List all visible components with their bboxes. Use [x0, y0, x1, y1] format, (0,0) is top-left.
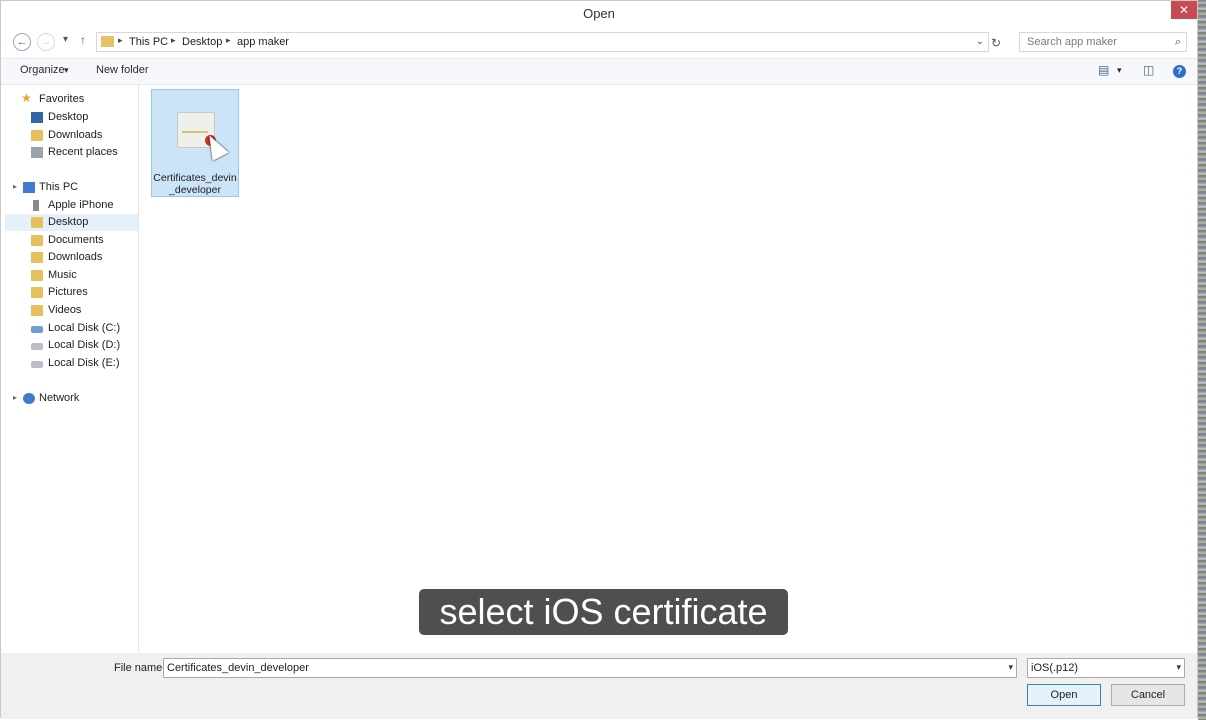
recent-places-icon [31, 147, 43, 158]
expand-chevron-icon[interactable]: ▸ [13, 393, 17, 402]
sidebar-item-apple-iphone[interactable]: Apple iPhone [5, 197, 138, 214]
system-drive-icon [31, 326, 43, 333]
screen-edge-artifact [1198, 0, 1206, 720]
new-folder-button[interactable]: New folder [96, 64, 149, 76]
back-button[interactable]: ← [13, 33, 31, 51]
file-item-label: Certificates_devin_developer [153, 172, 237, 196]
forward-button[interactable]: → [37, 33, 55, 51]
sidebar-item-label: Desktop [48, 111, 89, 123]
up-arrow-icon[interactable]: ↑ [80, 33, 86, 47]
file-item[interactable]: Certificates_devin_developer [151, 89, 239, 197]
downloads-folder-icon [31, 130, 43, 141]
preview-pane-icon[interactable]: ◫ [1143, 63, 1154, 77]
organize-chevron-down-icon[interactable]: ▾ [64, 65, 69, 76]
file-type-value: iOS(.p12) [1031, 662, 1079, 674]
computer-icon [23, 182, 35, 193]
sidebar-item-label: Local Disk (C:) [48, 322, 121, 334]
drive-icon [31, 343, 43, 350]
sidebar-item-desktop[interactable]: Desktop [5, 214, 138, 231]
file-name-input[interactable]: Certificates_devin_developer ▾ [163, 658, 1017, 678]
sidebar-item-videos[interactable]: Videos [5, 302, 138, 319]
breadcrumb-arrow-icon: ▸ [226, 35, 231, 45]
file-name-label: File name: [114, 662, 166, 674]
desktop-icon [31, 112, 43, 123]
open-button[interactable]: Open [1027, 684, 1101, 706]
sidebar-item-desktop-favorite[interactable]: Desktop [5, 109, 138, 126]
downloads-folder-icon [31, 252, 43, 263]
folder-icon [101, 36, 114, 47]
navigation-bar: ← → ▾ ↑ ▸ This PC ▸ Desktop ▸ app maker … [1, 29, 1197, 55]
sidebar-item-label: Local Disk (D:) [48, 339, 121, 351]
tutorial-caption: select iOS certificate [419, 589, 788, 635]
window-title: Open [583, 6, 615, 21]
sidebar-item-label: Desktop [48, 216, 89, 228]
command-toolbar: Organize ▾ New folder ▤ ▾ ◫ ? [1, 58, 1197, 85]
sidebar-item-local-disk-e[interactable]: Local Disk (E:) [5, 355, 138, 372]
documents-folder-icon [31, 235, 43, 246]
sidebar-item-label: Downloads [48, 129, 103, 141]
sidebar-group-label: Favorites [39, 93, 85, 105]
music-folder-icon [31, 270, 43, 281]
address-bar[interactable]: ▸ This PC ▸ Desktop ▸ app maker ⌄ [96, 32, 989, 52]
file-name-chevron-down-icon[interactable]: ▾ [1008, 662, 1013, 673]
breadcrumb-app-maker[interactable]: app maker [237, 36, 289, 48]
breadcrumb-arrow-icon: ▸ [171, 35, 176, 45]
sidebar-item-music[interactable]: Music [5, 267, 138, 284]
navigation-pane: ★ Favorites Desktop Downloads Recent pla… [5, 85, 139, 651]
sidebar-item-label: Pictures [48, 286, 88, 298]
change-view-icon[interactable]: ▤ [1098, 63, 1109, 77]
sidebar-item-local-disk-c[interactable]: Local Disk (C:) [5, 320, 138, 337]
sidebar-item-pictures[interactable]: Pictures [5, 284, 138, 301]
sidebar-item-documents[interactable]: Documents [5, 232, 138, 249]
organize-button[interactable]: Organize [20, 64, 65, 76]
dialog-footer: File name: Certificates_devin_developer … [1, 653, 1197, 719]
sidebar-item-label: Documents [48, 234, 104, 246]
recent-locations-chevron-down-icon[interactable]: ▾ [63, 34, 68, 45]
sidebar-group-network[interactable]: ▸ Network [5, 390, 138, 407]
search-icon[interactable]: ⌕ [1175, 36, 1181, 49]
sidebar-item-local-disk-d[interactable]: Local Disk (D:) [5, 337, 138, 354]
phone-icon [33, 200, 39, 211]
sidebar-item-downloads-favorite[interactable]: Downloads [5, 127, 138, 144]
view-options-chevron-down-icon[interactable]: ▾ [1117, 65, 1122, 76]
help-icon[interactable]: ? [1173, 65, 1186, 78]
search-input[interactable]: Search app maker ⌕ [1019, 32, 1187, 52]
open-dialog-window: Open ✕ ← → ▾ ↑ ▸ This PC ▸ Desktop ▸ app… [0, 0, 1198, 719]
sidebar-item-label: Music [48, 269, 77, 281]
refresh-icon[interactable]: ↻ [991, 36, 1001, 50]
address-dropdown-chevron-down-icon[interactable]: ⌄ [976, 36, 984, 47]
sidebar-item-label: Apple iPhone [48, 199, 114, 211]
sidebar-group-label: This PC [39, 181, 79, 193]
sidebar-item-label: Videos [48, 304, 82, 316]
close-button[interactable]: ✕ [1171, 1, 1197, 19]
videos-folder-icon [31, 305, 43, 316]
file-list-pane[interactable] [139, 85, 1197, 651]
sidebar-item-downloads[interactable]: Downloads [5, 249, 138, 266]
search-placeholder: Search app maker [1027, 36, 1117, 48]
drive-icon [31, 361, 43, 368]
file-type-chevron-down-icon[interactable]: ▾ [1176, 662, 1181, 673]
cancel-button[interactable]: Cancel [1111, 684, 1185, 706]
breadcrumb-desktop[interactable]: Desktop [182, 36, 222, 48]
sidebar-group-label: Network [39, 392, 80, 404]
file-type-select[interactable]: iOS(.p12) ▾ [1027, 658, 1185, 678]
file-name-value: Certificates_devin_developer [167, 662, 309, 674]
sidebar-group-this-pc[interactable]: ▸ This PC [5, 179, 138, 196]
sidebar-item-recent-places[interactable]: Recent places [5, 144, 138, 161]
star-icon: ★ [21, 91, 32, 105]
sidebar-item-label: Downloads [48, 251, 103, 263]
sidebar-item-label: Recent places [48, 146, 118, 158]
desktop-folder-icon [31, 217, 43, 228]
sidebar-item-label: Local Disk (E:) [48, 357, 120, 369]
breadcrumb-this-pc[interactable]: This PC [129, 36, 168, 48]
expand-chevron-icon[interactable]: ▸ [13, 182, 17, 191]
breadcrumb-arrow-icon: ▸ [118, 35, 123, 45]
sidebar-group-favorites[interactable]: ★ Favorites [5, 91, 138, 108]
network-icon [23, 393, 35, 404]
pictures-folder-icon [31, 287, 43, 298]
title-bar: Open ✕ [1, 1, 1197, 27]
